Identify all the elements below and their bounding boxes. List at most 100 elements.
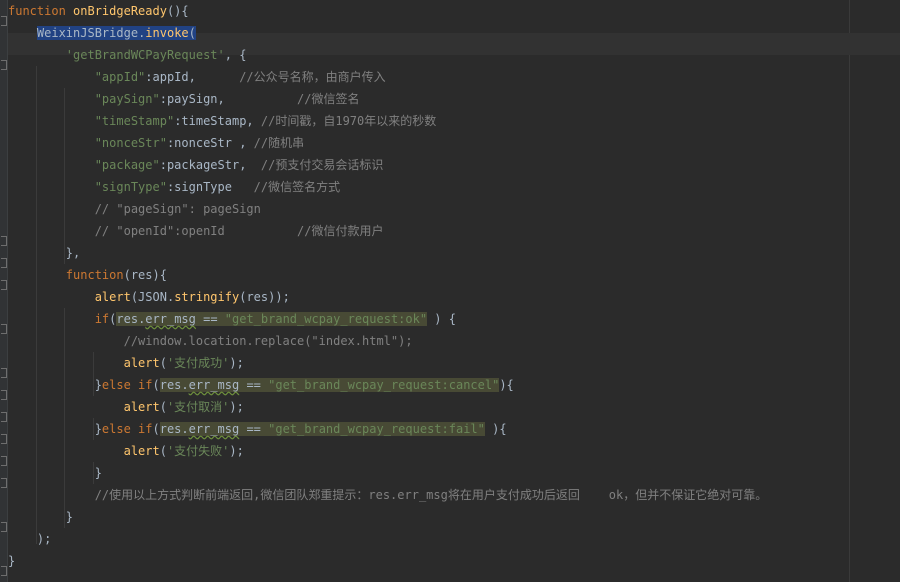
code-token: // "openId":openId //微信付款用户 [94,224,384,238]
code-token: :appId, [145,70,240,84]
code-line[interactable]: }else if(res.err_msg == "get_brand_wcpay… [8,418,507,440]
code-token: alert [94,290,131,304]
fold-marker-icon[interactable] [0,367,7,378]
code-token: ( [159,356,167,370]
code-token: err_msg [188,422,240,436]
fold-marker-icon[interactable] [0,59,7,70]
code-token: function [65,268,124,282]
code-token: :nonceStr , [166,136,254,150]
code-token: invoke [145,26,189,40]
code-token: :packageStr, [159,158,261,172]
code-token: else if [101,378,153,392]
code-token: "timeStamp" [94,114,175,128]
fold-marker-icon[interactable] [0,235,7,246]
code-token: alert [123,356,160,370]
code-line[interactable]: "signType":signType //微信签名方式 [8,176,340,198]
fold-marker-icon[interactable] [0,433,7,444]
fold-marker-icon[interactable] [0,279,7,290]
code-token: //时间戳，自1970年以来的秒数 [260,114,437,128]
code-line[interactable]: "package":packageStr, //预支付交易会话标识 [8,154,384,176]
code-line[interactable]: if(res.err_msg == "get_brand_wcpay_reque… [8,308,456,330]
code-line[interactable]: } [8,462,102,484]
code-token: //微信签名 [297,92,360,106]
code-token: else if [101,422,153,436]
code-line[interactable]: alert('支付成功'); [8,352,244,374]
fold-marker-icon[interactable] [0,257,7,268]
code-token: if [94,312,110,326]
fold-marker-icon[interactable] [0,455,7,466]
code-token: "signType" [94,180,167,194]
fold-marker-icon[interactable] [0,477,7,488]
code-line[interactable]: alert('支付取消'); [8,396,244,418]
code-token: ( [159,400,167,414]
code-token: == [239,422,269,436]
code-line[interactable]: } [8,506,73,528]
code-line[interactable]: "appId":appId, //公众号名称，由商户传入 [8,66,386,88]
fold-marker-icon[interactable] [0,389,7,400]
fold-gutter[interactable] [0,0,8,582]
code-token: (){ [166,4,189,18]
fold-marker-icon[interactable] [0,565,7,576]
code-token: //window.location.replace("index.html"); [123,334,413,348]
code-line[interactable]: }else if(res.err_msg == "get_brand_wcpay… [8,374,514,396]
code-token: ) { [427,312,456,326]
fold-marker-icon[interactable] [0,323,7,334]
code-line[interactable]: //window.location.replace("index.html"); [8,330,413,352]
code-token: err_msg [188,378,240,392]
code-line[interactable]: "paySign":paySign, //微信签名 [8,88,360,110]
code-token: //预支付交易会话标识 [260,158,384,172]
code-token: } [8,378,102,392]
code-line[interactable]: 'getBrandWCPayRequest', { [8,44,247,66]
code-token: alert [123,400,160,414]
code-line[interactable]: function onBridgeReady(){ [8,0,189,22]
code-line[interactable]: // "pageSign": pageSign [8,198,261,220]
code-token: 'getBrandWCPayRequest' [65,48,225,62]
code-editor[interactable]: function onBridgeReady(){ WeixinJSBridge… [0,0,900,582]
code-token: "get_brand_wcpay_request:cancel" [268,378,500,392]
code-token: } [8,554,16,568]
code-token: '支付失败' [166,444,230,458]
code-token: ); [229,356,244,370]
code-token: "get_brand_wcpay_request:ok" [224,312,428,326]
code-token: //微信签名方式 [253,180,341,194]
code-token: ( [152,422,160,436]
code-line[interactable]: WeixinJSBridge.invoke( [8,22,196,44]
code-token: "get_brand_wcpay_request:fail" [268,422,485,436]
code-token: } [8,466,102,480]
code-line[interactable]: }, [8,242,80,264]
code-line[interactable]: alert(JSON.stringify(res)); [8,286,290,308]
code-line[interactable]: ); [8,528,51,550]
code-token: res. [159,378,189,392]
code-line[interactable]: "timeStamp":timeStamp, //时间戳，自1970年以来的秒数 [8,110,437,132]
code-token: alert [123,444,160,458]
code-token: "appId" [94,70,146,84]
code-line[interactable]: alert('支付失败'); [8,440,244,462]
fold-marker-icon[interactable] [0,15,7,26]
code-token: ){ [499,378,514,392]
code-line[interactable]: // "openId":openId //微信付款用户 [8,220,384,242]
code-token: , { [224,48,247,62]
code-token: "paySign" [94,92,160,106]
code-line[interactable]: } [8,550,15,572]
fold-marker-icon[interactable] [0,411,7,422]
code-token: } [8,510,74,524]
code-token: == [195,312,225,326]
code-line[interactable]: function(res){ [8,264,167,286]
code-line[interactable]: //使用以上方式判断前端返回,微信团队郑重提示：res.err_msg将在用户支… [8,484,768,506]
right-margin-guide [849,0,850,582]
code-line[interactable]: "nonceStr":nonceStr , //随机串 [8,132,304,154]
code-token: ( [188,26,196,40]
fold-marker-icon[interactable] [0,521,7,532]
code-token: :timeStamp, [174,114,261,128]
code-token: ( [152,378,160,392]
code-token: :paySign, [159,92,298,106]
